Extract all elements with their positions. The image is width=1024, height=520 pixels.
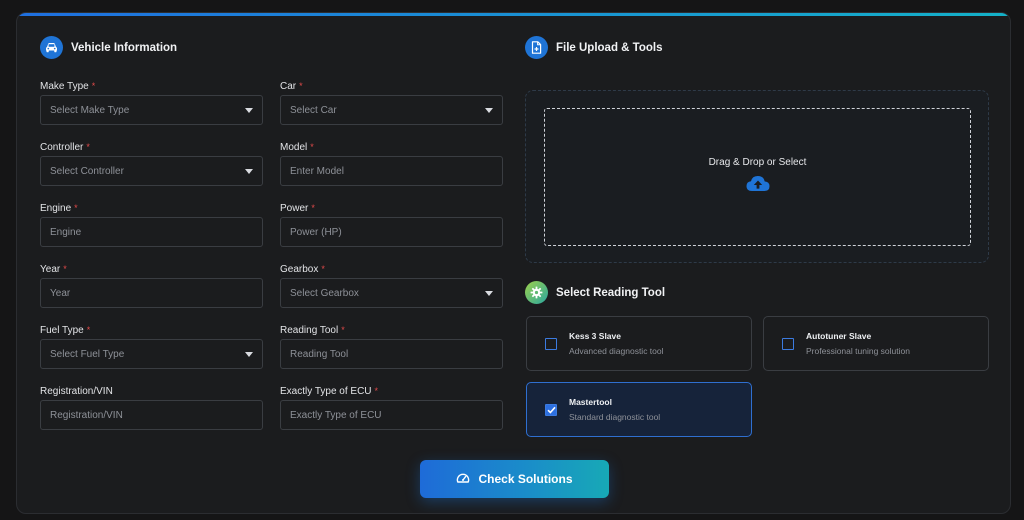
car-icon [40, 36, 63, 59]
required-marker: * [310, 142, 314, 152]
year-placeholder: Year [50, 287, 71, 299]
required-marker: * [341, 325, 345, 335]
year-label: Year [40, 264, 61, 275]
fuel-type-label: Fuel Type [40, 325, 84, 336]
tool-checkbox[interactable] [782, 338, 794, 350]
car-select[interactable]: Select Car [280, 95, 503, 125]
tool-checkbox-checked[interactable] [545, 404, 557, 416]
accent-bar [17, 13, 1010, 16]
chevron-down-icon [245, 351, 253, 357]
car-label: Car [280, 81, 297, 92]
controller-value: Select Controller [50, 165, 124, 177]
make-type-value: Select Make Type [50, 104, 130, 116]
reading-tool-input[interactable]: Reading Tool [280, 339, 503, 369]
cloud-upload-icon [745, 174, 771, 197]
tool-name: Autotuner Slave [806, 331, 872, 341]
chevron-down-icon [485, 290, 493, 296]
model-placeholder: Enter Model [290, 165, 344, 177]
upload-area: Drag & Drop or Select [525, 90, 989, 263]
make-type-field: Make Type * Select Make Type [40, 80, 263, 125]
registration-vin-label: Registration/VIN [40, 386, 113, 397]
tool-checkbox[interactable] [545, 338, 557, 350]
year-field: Year * Year [40, 263, 263, 308]
engine-field: Engine * Engine [40, 202, 263, 247]
model-input[interactable]: Enter Model [280, 156, 503, 186]
vehicle-section-title: Vehicle Information [71, 41, 178, 54]
controller-label: Controller [40, 142, 84, 153]
chevron-down-icon [485, 107, 493, 113]
engine-placeholder: Engine [50, 226, 82, 238]
make-type-select[interactable]: Select Make Type [40, 95, 263, 125]
required-marker: * [374, 386, 379, 396]
chevron-down-icon [245, 168, 253, 174]
controller-field: Controller * Select Controller [40, 141, 263, 186]
tool-description: Advanced diagnostic tool [569, 346, 664, 356]
reading-tool-placeholder: Reading Tool [290, 348, 349, 360]
required-marker: * [74, 203, 78, 213]
ecu-type-label: Exactly Type of ECU [280, 386, 372, 397]
required-marker: * [86, 142, 90, 152]
gearbox-select[interactable]: Select Gearbox [280, 278, 503, 308]
tool-name: Kess 3 Slave [569, 331, 621, 341]
power-field: Power * Power (HP) [280, 202, 503, 247]
tool-description: Professional tuning solution [806, 346, 910, 356]
year-input[interactable]: Year [40, 278, 263, 308]
chevron-down-icon [245, 107, 253, 113]
required-marker: * [321, 264, 325, 274]
speedometer-icon [456, 472, 470, 487]
registration-vin-input[interactable]: Registration/VIN [40, 400, 263, 430]
main-card: Vehicle Information Make Type * Select Ma… [16, 12, 1011, 514]
ecu-type-placeholder: Exactly Type of ECU [290, 409, 382, 421]
required-marker: * [311, 203, 315, 213]
fuel-type-select[interactable]: Select Fuel Type [40, 339, 263, 369]
power-label: Power [280, 203, 309, 214]
vehicle-section-header: Vehicle Information [40, 36, 177, 59]
power-placeholder: Power (HP) [290, 226, 342, 238]
upload-section-title: File Upload & Tools [556, 41, 663, 54]
check-solutions-button[interactable]: Check Solutions [420, 460, 609, 498]
reading-tool-field: Reading Tool * Reading Tool [280, 324, 503, 369]
registration-vin-field: Registration/VIN Registration/VIN [40, 385, 263, 430]
tool-description: Standard diagnostic tool [569, 412, 661, 422]
fuel-type-value: Select Fuel Type [50, 348, 125, 360]
fuel-type-field: Fuel Type * Select Fuel Type [40, 324, 263, 369]
model-field: Model * Enter Model [280, 141, 503, 186]
make-type-label: Make Type [40, 81, 89, 92]
file-plus-icon [525, 36, 548, 59]
controller-select[interactable]: Select Controller [40, 156, 263, 186]
check-icon [546, 406, 556, 414]
upload-section-header: File Upload & Tools [525, 36, 662, 59]
required-marker: * [86, 325, 91, 335]
ecu-type-input[interactable]: Exactly Type of ECU [280, 400, 503, 430]
check-solutions-label: Check Solutions [478, 472, 573, 486]
reading-tool-section-header: Select Reading Tool [525, 281, 665, 304]
required-marker: * [299, 81, 303, 91]
file-dropzone[interactable]: Drag & Drop or Select [544, 108, 971, 246]
tool-option-mastertool[interactable]: Mastertool Standard diagnostic tool [526, 382, 752, 437]
gearbox-label: Gearbox [280, 264, 319, 275]
model-label: Model [280, 142, 308, 153]
reading-tool-section-title: Select Reading Tool [556, 286, 666, 299]
tool-option-kess-3-slave[interactable]: Kess 3 Slave Advanced diagnostic tool [526, 316, 752, 371]
tool-name: Mastertool [569, 397, 612, 407]
tool-option-autotuner-slave[interactable]: Autotuner Slave Professional tuning solu… [763, 316, 989, 371]
required-marker: * [91, 81, 96, 91]
gear-icon [525, 281, 548, 304]
reading-tool-label: Reading Tool [280, 325, 339, 336]
power-input[interactable]: Power (HP) [280, 217, 503, 247]
registration-vin-placeholder: Registration/VIN [50, 409, 123, 421]
engine-input[interactable]: Engine [40, 217, 263, 247]
car-field: Car * Select Car [280, 80, 503, 125]
gearbox-field: Gearbox * Select Gearbox [280, 263, 503, 308]
gearbox-value: Select Gearbox [290, 287, 359, 299]
dropzone-text: Drag & Drop or Select [708, 157, 807, 168]
required-marker: * [63, 264, 67, 274]
ecu-type-field: Exactly Type of ECU * Exactly Type of ECU [280, 385, 503, 430]
engine-label: Engine [40, 203, 72, 214]
car-value: Select Car [290, 104, 337, 116]
